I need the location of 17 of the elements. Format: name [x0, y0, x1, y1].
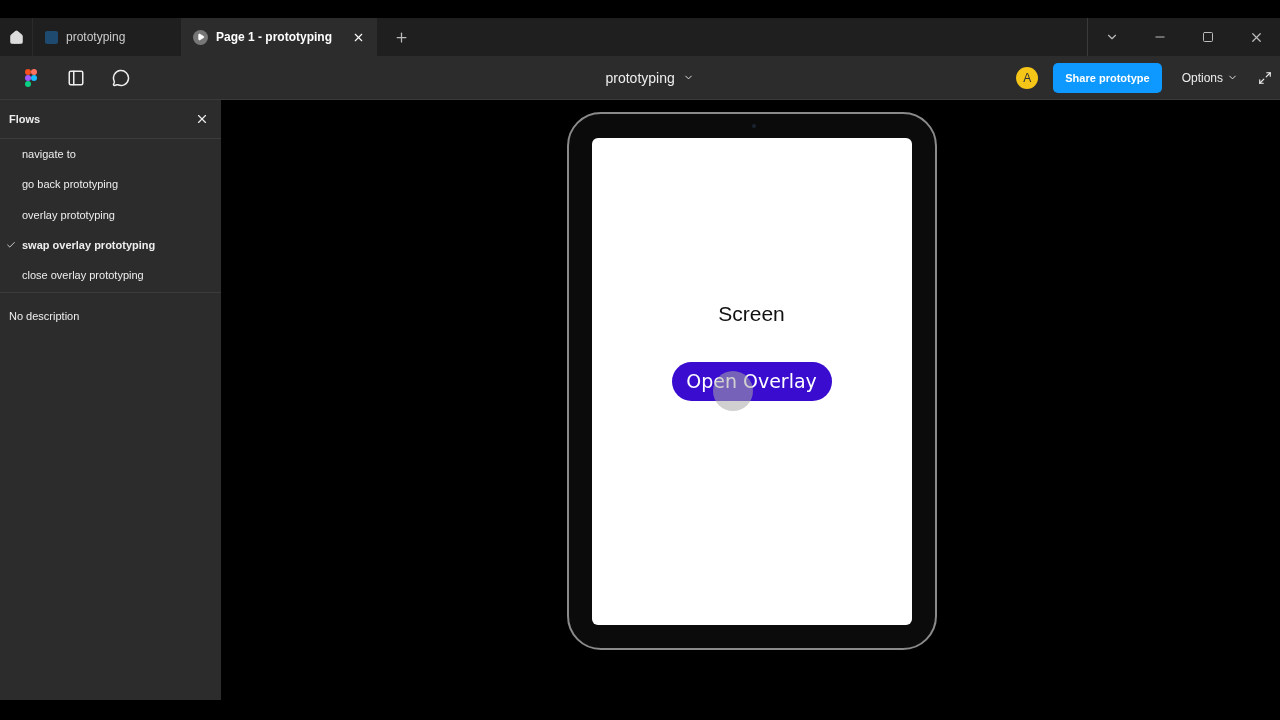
expand-icon[interactable]	[1258, 70, 1272, 85]
user-avatar[interactable]: A	[1016, 66, 1039, 89]
close-icon[interactable]	[195, 112, 209, 126]
flow-item[interactable]: overlay prototyping	[22, 208, 115, 221]
flow-item[interactable]: navigate to	[22, 148, 76, 161]
file-title[interactable]: prototyping	[605, 69, 675, 86]
open-overlay-button[interactable]: Open Overlay	[671, 361, 832, 401]
panel-title: Flows	[9, 113, 41, 125]
file-icon	[45, 30, 58, 44]
play-icon	[193, 29, 208, 45]
screen-heading: Screen	[718, 301, 785, 326]
flow-description: No description	[9, 310, 80, 323]
options-menu[interactable]: Options	[1181, 70, 1238, 85]
browser-tab[interactable]: Page 1 - prototyping	[181, 18, 377, 56]
flow-item[interactable]: close overlay prototyping	[22, 269, 144, 282]
flow-item[interactable]: go back prototyping	[22, 178, 118, 191]
flow-item[interactable]: swap overlay prototyping	[22, 239, 156, 252]
